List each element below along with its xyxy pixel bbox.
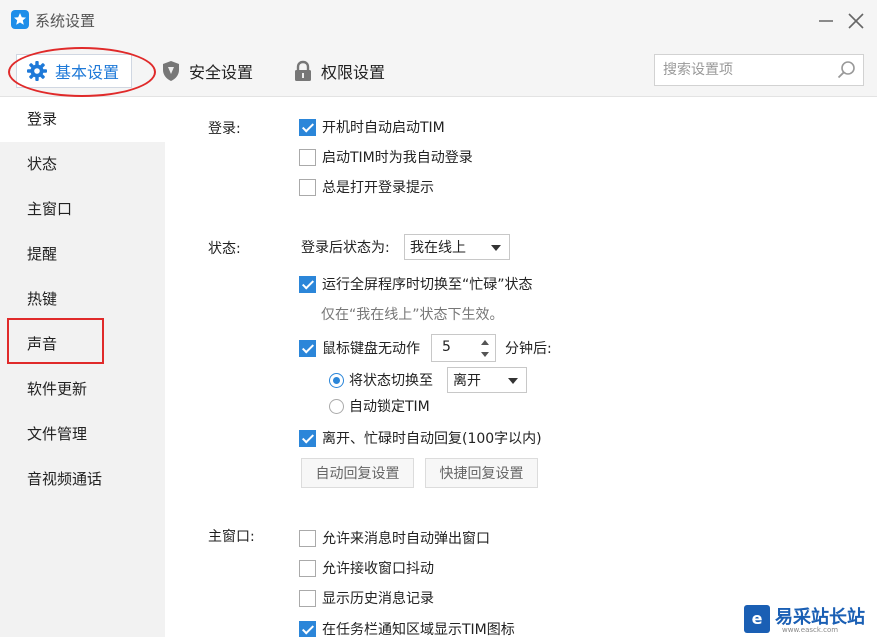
checkbox-login-prompt[interactable] [299, 178, 316, 196]
site-watermark: e 易采站长站 www.easck.com [742, 603, 877, 637]
sidebar-item-login[interactable]: 登录 [0, 97, 165, 142]
title-bar: 系统设置 [0, 0, 877, 42]
switch-status-value: 离开 [453, 373, 481, 389]
fullscreen-hint: 仅在“我在线上”状态下生效。 [321, 307, 504, 323]
watermark-subtext: www.easck.com [782, 626, 839, 634]
settings-content: 登录: 开机时自动启动TIM 启动TIM时为我自动登录 总是打开登录提示 状态:… [165, 97, 877, 637]
section-label-status: 状态: [208, 241, 241, 257]
settings-search[interactable] [654, 54, 864, 86]
checkbox-tray-icon[interactable] [299, 620, 316, 637]
app-logo-icon [11, 10, 29, 29]
tab-basic-settings-label: 基本设置 [55, 63, 120, 82]
option-fullscreen-busy-label: 运行全屏程序时切换至“忙碌”状态 [322, 277, 533, 293]
option-autostart[interactable]: 开机时自动启动TIM [299, 116, 445, 138]
option-login-prompt-label: 总是打开登录提示 [322, 180, 434, 196]
option-login-prompt[interactable]: 总是打开登录提示 [299, 176, 434, 198]
sidebar-item-reminder[interactable]: 提醒 [0, 232, 165, 277]
stepper-up-icon[interactable] [481, 340, 489, 345]
stepper-down-icon[interactable] [481, 352, 489, 357]
option-window-shake-label: 允许接收窗口抖动 [322, 561, 434, 577]
close-button[interactable] [843, 8, 869, 34]
option-auto-reply[interactable]: 离开、忙碌时自动回复(100字以内) [299, 427, 542, 449]
lock-icon [292, 60, 314, 82]
option-tray-icon-label: 在任务栏通知区域显示TIM图标 [322, 622, 515, 637]
shield-icon [160, 60, 182, 82]
checkbox-auto-login[interactable] [299, 148, 316, 166]
option-switch-status-label: 将状态切换至 [349, 373, 433, 389]
checkbox-window-shake[interactable] [299, 559, 316, 577]
checkbox-auto-reply[interactable] [299, 429, 316, 447]
option-auto-login[interactable]: 启动TIM时为我自动登录 [299, 146, 473, 168]
sidebar-item-status[interactable]: 状态 [0, 142, 165, 187]
settings-sidebar: 登录 状态 主窗口 提醒 热键 声音 软件更新 文件管理 音视频通话 [0, 97, 165, 637]
option-idle[interactable]: 鼠标键盘无动作 [299, 337, 420, 359]
checkbox-fullscreen-busy[interactable] [299, 275, 316, 293]
sidebar-item-av-call[interactable]: 音视频通话 [0, 457, 165, 502]
sidebar-item-main-window[interactable]: 主窗口 [0, 187, 165, 232]
checkbox-autostart[interactable] [299, 118, 316, 136]
option-auto-reply-label: 离开、忙碌时自动回复(100字以内) [322, 431, 542, 447]
tab-basic-settings[interactable]: 基本设置 [16, 54, 132, 88]
option-history[interactable]: 显示历史消息记录 [299, 587, 434, 609]
sidebar-item-sound[interactable]: 声音 [0, 322, 165, 367]
option-history-label: 显示历史消息记录 [322, 591, 434, 607]
after-login-status-value: 我在线上 [410, 240, 466, 256]
idle-minutes-value: 5 [442, 339, 451, 355]
after-login-status-select[interactable]: 我在线上 [404, 234, 510, 260]
tab-security-settings-label: 安全设置 [189, 63, 254, 82]
tab-security-settings[interactable]: 安全设置 [160, 54, 253, 88]
option-auto-lock[interactable]: 自动锁定TIM [329, 395, 430, 417]
close-icon [848, 13, 864, 29]
auto-reply-settings-button[interactable]: 自动回复设置 [301, 458, 414, 488]
quick-reply-settings-button[interactable]: 快捷回复设置 [425, 458, 538, 488]
option-tray-icon[interactable]: 在任务栏通知区域显示TIM图标 [299, 618, 515, 637]
checkbox-idle[interactable] [299, 339, 316, 357]
sidebar-item-file-management[interactable]: 文件管理 [0, 412, 165, 457]
sidebar-item-software-update[interactable]: 软件更新 [0, 367, 165, 412]
option-autostart-label: 开机时自动启动TIM [322, 120, 445, 136]
minimize-button[interactable] [813, 8, 839, 34]
gear-icon [26, 60, 48, 82]
chevron-down-icon [491, 245, 501, 251]
option-fullscreen-busy[interactable]: 运行全屏程序时切换至“忙碌”状态 [299, 273, 533, 295]
sidebar-item-hotkeys[interactable]: 热键 [0, 277, 165, 322]
search-input[interactable] [655, 55, 831, 85]
minimize-icon [819, 20, 833, 22]
section-label-main-window: 主窗口: [208, 529, 255, 545]
idle-minutes-stepper[interactable]: 5 [431, 334, 496, 362]
radio-auto-lock[interactable] [329, 398, 344, 414]
option-idle-label: 鼠标键盘无动作 [322, 341, 420, 357]
section-label-login: 登录: [208, 121, 241, 137]
checkbox-history[interactable] [299, 589, 316, 607]
checkbox-popup-window[interactable] [299, 529, 316, 547]
radio-switch-status[interactable] [329, 372, 344, 388]
idle-minutes-suffix: 分钟后: [505, 341, 552, 357]
tab-permission-settings[interactable]: 权限设置 [292, 54, 385, 88]
after-login-status-label: 登录后状态为: [301, 240, 390, 256]
option-popup-window[interactable]: 允许来消息时自动弹出窗口 [299, 527, 490, 549]
tab-permission-settings-label: 权限设置 [321, 63, 386, 82]
window-title: 系统设置 [35, 12, 96, 30]
chevron-down-icon [508, 378, 518, 384]
switch-status-select[interactable]: 离开 [447, 367, 527, 393]
option-switch-status[interactable]: 将状态切换至 [329, 369, 433, 391]
option-auto-login-label: 启动TIM时为我自动登录 [322, 150, 473, 166]
search-icon[interactable] [835, 59, 859, 81]
watermark-logo-icon: e [744, 605, 770, 633]
option-auto-lock-label: 自动锁定TIM [349, 399, 430, 415]
option-popup-window-label: 允许来消息时自动弹出窗口 [322, 531, 490, 547]
option-window-shake[interactable]: 允许接收窗口抖动 [299, 557, 434, 579]
